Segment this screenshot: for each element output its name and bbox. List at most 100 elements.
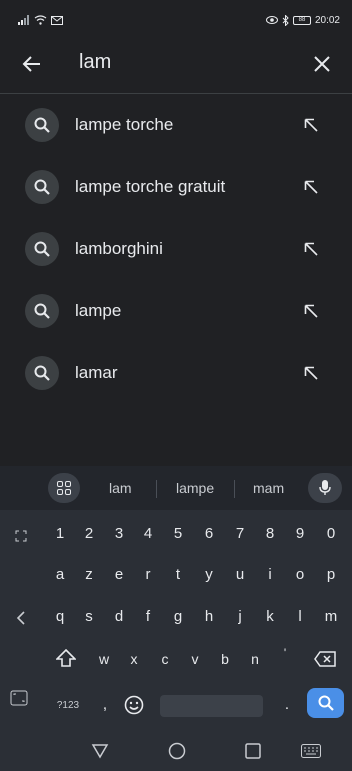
suggestion-label: lampe torche gratuit xyxy=(75,177,226,196)
key-3[interactable]: 3 xyxy=(106,525,132,542)
comma-key[interactable]: , xyxy=(92,696,118,713)
fill-query-button[interactable] xyxy=(302,364,320,382)
divider xyxy=(156,480,157,498)
nav-home-button[interactable] xyxy=(167,741,187,761)
key-z[interactable]: z xyxy=(76,566,102,583)
arrow-up-left-icon xyxy=(304,118,318,132)
suggestion-item[interactable]: lamborghini xyxy=(0,218,352,280)
nav-back-button[interactable] xyxy=(90,741,110,761)
suggestion-label: lamborghini xyxy=(75,239,163,258)
grid-icon xyxy=(57,481,71,495)
voice-input-button[interactable] xyxy=(308,473,342,503)
arrow-up-left-icon xyxy=(304,242,318,256)
key-w[interactable]: w xyxy=(91,651,117,667)
suggestion-item[interactable]: lamar xyxy=(0,342,352,404)
key-p[interactable]: p xyxy=(318,566,344,583)
status-right: 88 20:02 xyxy=(265,14,340,26)
divider xyxy=(234,480,235,498)
key-o[interactable]: o xyxy=(287,566,313,583)
suggestion-item[interactable]: lampe torche xyxy=(0,94,352,156)
key-1[interactable]: 1 xyxy=(47,525,73,542)
key-4[interactable]: 4 xyxy=(135,525,161,542)
navigation-bar xyxy=(0,731,352,771)
suggestion-list: lampe torche lampe torche gratuit lambor… xyxy=(0,94,352,404)
key-j[interactable]: j xyxy=(227,608,253,625)
key-apostrophe[interactable]: ' xyxy=(272,646,298,660)
key-0[interactable]: 0 xyxy=(318,525,344,542)
search-icon xyxy=(25,170,59,204)
search-input[interactable]: lam xyxy=(79,51,111,74)
suggestion-item[interactable]: lampe xyxy=(0,280,352,342)
key-t[interactable]: t xyxy=(165,566,191,583)
search-key[interactable] xyxy=(307,688,344,718)
key-9[interactable]: 9 xyxy=(287,525,313,542)
key-e[interactable]: e xyxy=(106,566,132,583)
key-2[interactable]: 2 xyxy=(76,525,102,542)
search-icon xyxy=(318,695,334,711)
key-i[interactable]: i xyxy=(257,566,283,583)
fill-query-button[interactable] xyxy=(302,240,320,258)
search-icon xyxy=(25,108,59,142)
key-y[interactable]: y xyxy=(196,566,222,583)
symbols-key[interactable]: ?123 xyxy=(55,700,81,711)
close-icon xyxy=(314,56,330,72)
back-button[interactable] xyxy=(20,52,44,76)
battery-icon: 88 xyxy=(292,15,311,25)
search-icon xyxy=(25,294,59,328)
status-bar: 88 20:02 xyxy=(0,0,352,40)
keyboard: lam lampe mam 1 2 3 4 5 6 7 8 9 0 a z e … xyxy=(0,466,352,771)
triangle-back-icon xyxy=(91,744,109,759)
key-k[interactable]: k xyxy=(257,608,283,625)
shift-key[interactable] xyxy=(53,648,79,671)
key-u[interactable]: u xyxy=(227,566,253,583)
key-n[interactable]: n xyxy=(242,651,268,667)
key-f[interactable]: f xyxy=(135,608,161,625)
keyboard-icon xyxy=(301,744,321,758)
key-8[interactable]: 8 xyxy=(257,525,283,542)
key-m[interactable]: m xyxy=(318,608,344,625)
key-5[interactable]: 5 xyxy=(165,525,191,542)
status-left xyxy=(18,15,63,25)
key-x[interactable]: x xyxy=(121,651,147,667)
key-b[interactable]: b xyxy=(212,651,238,667)
keyboard-suggestion-bar: lam lampe mam xyxy=(0,466,352,510)
key-h[interactable]: h xyxy=(196,608,222,625)
key-c[interactable]: c xyxy=(152,651,178,667)
keyboard-suggestion[interactable]: lampe xyxy=(176,480,214,496)
key-a[interactable]: a xyxy=(47,566,73,583)
key-q[interactable]: q xyxy=(47,608,73,625)
shift-icon xyxy=(55,648,77,667)
key-6[interactable]: 6 xyxy=(196,525,222,542)
key-s[interactable]: s xyxy=(76,608,102,625)
square-recents-icon xyxy=(245,743,261,759)
clock: 20:02 xyxy=(314,14,340,26)
key-l[interactable]: l xyxy=(287,608,313,625)
circle-home-icon xyxy=(168,742,186,760)
suggestion-label: lamar xyxy=(75,363,118,382)
clipboard-key[interactable] xyxy=(6,690,32,710)
key-d[interactable]: d xyxy=(106,608,132,625)
period-key[interactable]: . xyxy=(274,696,300,713)
suggestion-item[interactable]: lampe torche gratuit xyxy=(0,156,352,218)
emoji-key[interactable] xyxy=(121,695,147,719)
backspace-key[interactable] xyxy=(312,651,338,671)
fill-query-button[interactable] xyxy=(302,302,320,320)
keyboard-menu-button[interactable] xyxy=(48,473,80,503)
eye-icon xyxy=(265,16,278,24)
cursor-left-key[interactable] xyxy=(8,611,34,629)
nav-keyboard-button[interactable] xyxy=(300,741,322,761)
fill-query-button[interactable] xyxy=(302,178,320,196)
nav-recents-button[interactable] xyxy=(243,741,263,761)
keyboard-suggestion[interactable]: lam xyxy=(109,480,132,496)
key-r[interactable]: r xyxy=(135,566,161,583)
search-header: lam xyxy=(0,40,352,94)
keyboard-suggestion[interactable]: mam xyxy=(253,480,284,496)
fill-query-button[interactable] xyxy=(302,116,320,134)
key-7[interactable]: 7 xyxy=(227,525,253,542)
resize-keyboard-key[interactable] xyxy=(8,529,34,546)
chevron-left-icon xyxy=(16,611,25,625)
clear-button[interactable] xyxy=(310,52,334,76)
space-key[interactable] xyxy=(160,695,263,717)
key-g[interactable]: g xyxy=(165,608,191,625)
key-v[interactable]: v xyxy=(182,651,208,667)
